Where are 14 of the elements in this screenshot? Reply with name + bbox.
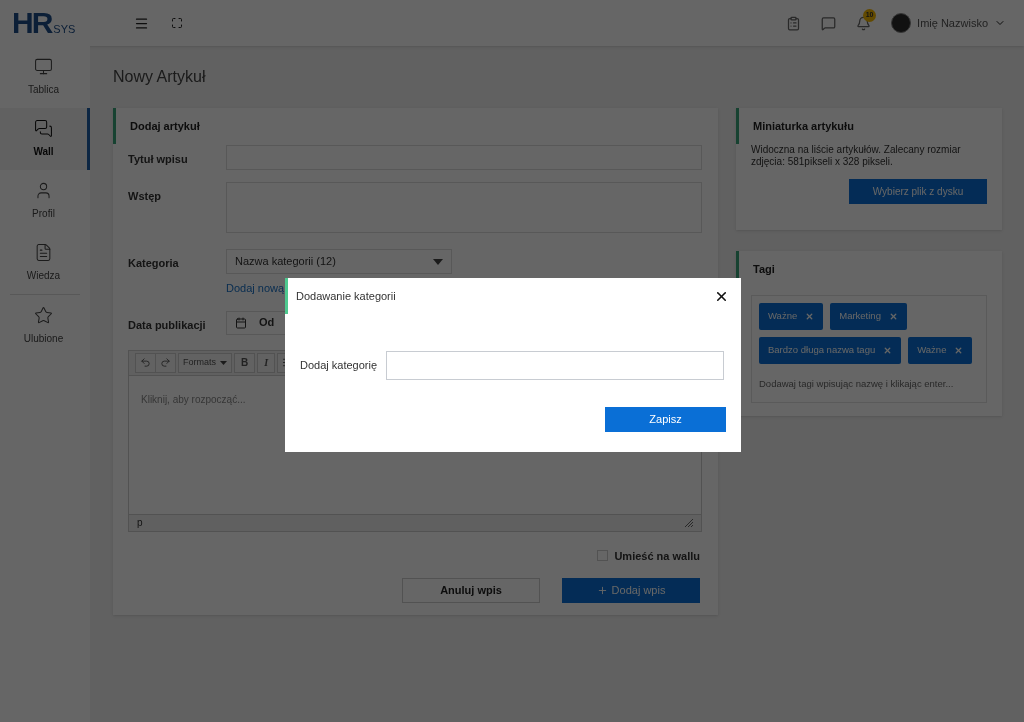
card-title: Dodaj artykuł [130,119,200,133]
editor-path: p [137,516,143,530]
field-label: Tytuł wpisu [128,152,189,167]
modal-title: Dodawanie kategorii [296,288,396,304]
field-label: Wstęp [128,189,162,204]
thumbnail-description: Widoczna na liście artykułów. Zalecany rozmiar zdjęcia: 581pikseli x 328 pikseli. [751,144,962,168]
field-label: Data publikacji [128,317,207,333]
checkbox-label: Umieść na wallu [614,548,700,564]
field-label: Kategoria [128,256,180,271]
page-title: Nowy Artykuł [113,67,207,87]
card-title: Tagi [753,262,775,276]
logo-subtitle: SYS [53,21,76,37]
card-title: Miniaturka artykułu [753,119,854,133]
field-label: Dodaj kategorię [300,358,379,374]
